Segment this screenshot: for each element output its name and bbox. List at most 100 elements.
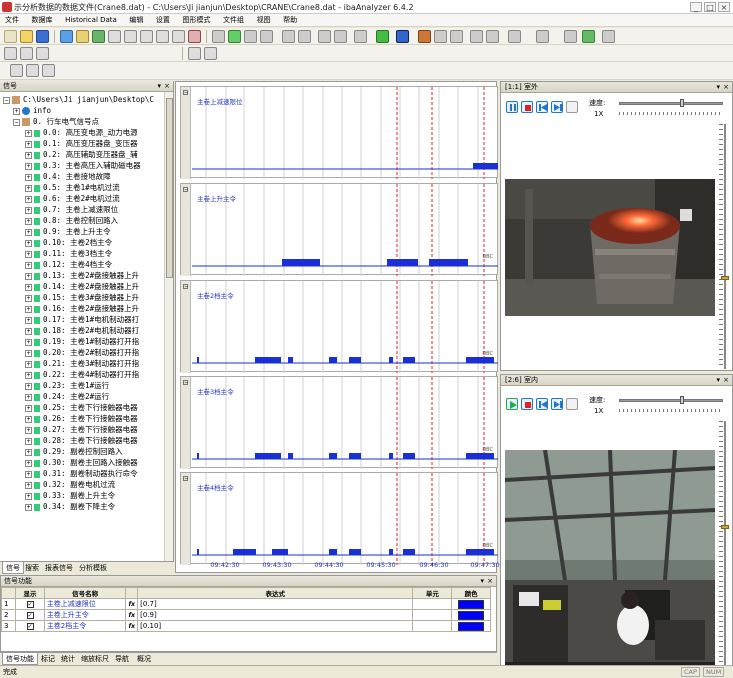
expand-toggle[interactable]: +	[25, 250, 32, 258]
col-unit[interactable]: 单元	[412, 587, 453, 599]
new-icon[interactable]	[4, 30, 17, 43]
expand-toggle[interactable]: +	[25, 481, 32, 489]
undo-icon[interactable]	[318, 30, 331, 43]
refresh-icon[interactable]	[228, 30, 241, 43]
expand-toggle[interactable]: +	[25, 195, 32, 203]
snapshot-button[interactable]	[566, 398, 578, 410]
expand-toggle[interactable]: +	[25, 261, 32, 269]
wave-icon[interactable]	[582, 30, 595, 43]
expand-toggle[interactable]: −	[13, 118, 20, 126]
function-icon[interactable]: fx	[129, 601, 135, 608]
expand-toggle[interactable]: +	[25, 437, 32, 445]
signal-name-cell[interactable]: 主卷2档主令	[43, 620, 127, 632]
expand-toggle[interactable]: +	[25, 349, 32, 357]
step-forward-button[interactable]	[551, 101, 563, 113]
graph-handle[interactable]: −	[181, 184, 191, 276]
color-swatch[interactable]	[458, 621, 485, 631]
signal-item[interactable]: +0.11: 主卷3档主令	[25, 248, 112, 259]
snapshot-button[interactable]	[566, 101, 578, 113]
col-signal-name[interactable]: 信号名称	[43, 587, 127, 599]
close-file-icon[interactable]	[26, 64, 39, 77]
signal-item[interactable]: +0.8: 主卷控制回路入	[25, 215, 118, 226]
signal-item[interactable]: +0.22: 主卷4#制动器打开指	[25, 369, 139, 380]
signal-item[interactable]: +0.27: 主卷下行接触器电器	[25, 424, 138, 435]
open-db-icon[interactable]	[60, 30, 73, 43]
signal-item[interactable]: +0.14: 主卷2#盘接触器上升	[25, 281, 139, 292]
signal-item[interactable]: +0.9: 主卷上升主令	[25, 226, 111, 237]
clock-icon[interactable]	[508, 30, 521, 43]
signal-graph[interactable]: − 主卷3档主令 DBC	[180, 376, 498, 469]
tab-signals[interactable]: 信号	[2, 562, 24, 574]
function-icon[interactable]: fx	[129, 623, 135, 630]
expand-toggle[interactable]: +	[25, 305, 32, 313]
expand-toggle[interactable]: +	[25, 327, 32, 335]
signal-graph[interactable]: − 主卷4档主令 DBC	[180, 472, 498, 565]
expand-toggle[interactable]: +	[25, 404, 32, 412]
col-color[interactable]: 颜色	[451, 587, 491, 599]
cursor-icon[interactable]	[470, 30, 483, 43]
pin-icon[interactable]: ▾	[480, 576, 484, 587]
settings-icon[interactable]	[450, 30, 463, 43]
expand-toggle[interactable]: +	[25, 162, 32, 170]
tab-report-signals[interactable]: 报表信号	[42, 562, 76, 574]
close-icon[interactable]: ×	[723, 82, 729, 93]
copy-icon[interactable]	[156, 30, 169, 43]
function-icon[interactable]	[564, 30, 577, 43]
signal-item[interactable]: +0.10: 主卷2档主令	[25, 237, 112, 248]
zoom-out-icon[interactable]	[260, 30, 273, 43]
expression-cell[interactable]: [0.10]	[137, 620, 414, 632]
signal-item[interactable]: +0.2: 高压辅助变压器盘_辅	[25, 149, 138, 160]
expand-toggle[interactable]: +	[25, 228, 32, 236]
signal-item[interactable]: +0.4: 主卷接地故障	[25, 171, 111, 182]
signal-item[interactable]: +0.19: 主卷1#制动器打开指	[25, 336, 139, 347]
preview-icon[interactable]	[124, 30, 137, 43]
tab-markers[interactable]: 标记	[38, 653, 58, 665]
tab-zoom-ruler[interactable]: 缩放标尺	[78, 653, 112, 665]
expand-toggle[interactable]: +	[25, 448, 32, 456]
menu-file[interactable]: 文件	[0, 14, 24, 27]
step-back-button[interactable]	[536, 101, 548, 113]
menu-file-group[interactable]: 文件组	[218, 14, 249, 27]
signal-item[interactable]: +0.30: 副卷主回路入接触器	[25, 457, 138, 468]
page-setup-icon[interactable]	[20, 47, 33, 60]
expand-toggle[interactable]: +	[25, 272, 32, 280]
color-swatch[interactable]	[458, 610, 485, 620]
rewind-icon[interactable]	[212, 30, 225, 43]
graph-handle[interactable]: −	[181, 377, 191, 469]
delete-icon[interactable]	[188, 30, 201, 43]
open-folder-icon[interactable]	[20, 30, 33, 43]
signal-item[interactable]: +0.0: 高压变电源_动力电源	[25, 127, 138, 138]
redo-icon[interactable]	[334, 30, 347, 43]
expand-toggle[interactable]: +	[25, 492, 32, 500]
expand-toggle[interactable]: +	[25, 415, 32, 423]
unit-cell[interactable]	[412, 598, 453, 610]
signal-name-cell[interactable]: 主卷上升主令	[43, 609, 127, 621]
grid-icon[interactable]	[298, 30, 311, 43]
tree-root[interactable]: − C:\Users\Ji jianjun\Desktop\C	[3, 94, 154, 105]
page-copy-icon[interactable]	[36, 47, 49, 60]
zoom-icon[interactable]	[244, 30, 257, 43]
expand-toggle[interactable]: +	[25, 393, 32, 401]
collapse-icon[interactable]: −	[183, 284, 188, 290]
graph-handle[interactable]: −	[181, 473, 191, 565]
tab-navigation[interactable]: 导航	[112, 653, 132, 665]
signal-item[interactable]: +0.17: 主卷1#电机制动器打	[25, 314, 139, 325]
video2-slider-thumb[interactable]	[721, 525, 729, 529]
signal-item[interactable]: +0.26: 主卷下行接触器电器	[25, 413, 138, 424]
expand-toggle[interactable]: +	[25, 129, 32, 137]
open-file-icon[interactable]	[10, 64, 23, 77]
expand-toggle[interactable]: +	[25, 316, 32, 324]
video1-vertical-slider[interactable]	[719, 124, 731, 369]
signal-item[interactable]: +0.16: 主卷2#盘接触器上升	[25, 303, 139, 314]
signal-item[interactable]: +0.18: 主卷2#电机制动器打	[25, 325, 139, 336]
expand-toggle[interactable]: +	[25, 470, 32, 478]
signal-item[interactable]: +0.24: 主卷2#运行	[25, 391, 109, 402]
expand-toggle[interactable]: +	[25, 294, 32, 302]
signal-item[interactable]: +0.34: 副卷下降主令	[25, 501, 115, 512]
expand-toggle[interactable]: −	[3, 96, 10, 104]
display-checkbox[interactable]: ✓	[26, 612, 34, 619]
signal-item[interactable]: +0.25: 主卷下行接触器电器	[25, 402, 138, 413]
collapse-icon[interactable]: −	[183, 90, 188, 96]
speed-slider-thumb[interactable]	[680, 99, 684, 107]
blue-block-icon[interactable]	[396, 30, 409, 43]
